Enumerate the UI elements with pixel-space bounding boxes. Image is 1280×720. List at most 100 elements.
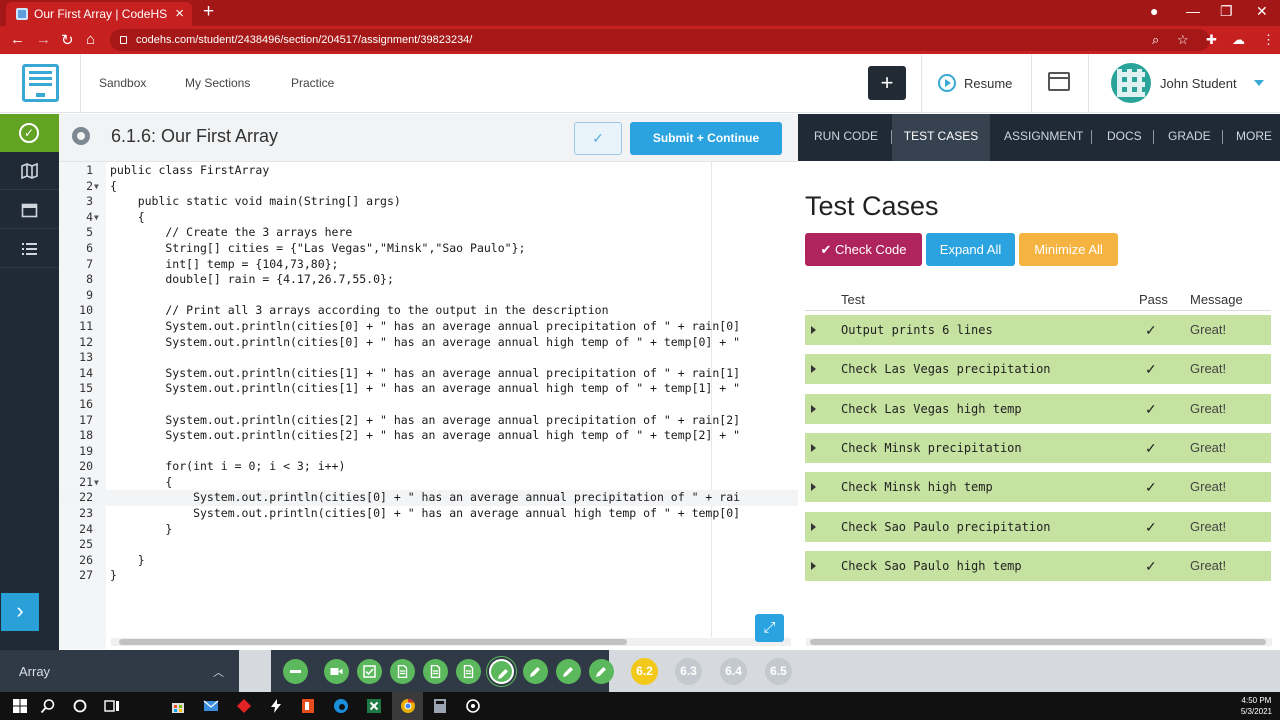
expand-sidebar-chevron-icon[interactable]: › xyxy=(1,593,39,631)
scrollbar-thumb[interactable] xyxy=(810,639,1266,645)
code-line[interactable]: 3 public static void main(String[] args) xyxy=(59,194,798,210)
store-icon[interactable] xyxy=(170,698,186,714)
code-line[interactable]: 10 // Print all 3 arrays according to th… xyxy=(59,303,798,319)
profile-avatar-icon[interactable]: ☁ xyxy=(1232,32,1245,48)
sidebar-item-status[interactable]: ✓ xyxy=(0,114,59,152)
code-line[interactable]: 12 System.out.println(cities[0] + " has … xyxy=(59,335,798,351)
code-line[interactable]: 4 ▼ { xyxy=(59,210,798,226)
sidebar-item-list[interactable] xyxy=(0,230,59,268)
test-case-row[interactable]: Check Minsk precipitation ✓ Great! xyxy=(805,432,1271,463)
code-line[interactable]: 27} xyxy=(59,568,798,584)
tab-run-code[interactable]: RUN CODE xyxy=(814,114,878,161)
codehs-logo-icon[interactable] xyxy=(22,64,59,102)
excel-icon[interactable] xyxy=(366,698,382,714)
resume-button[interactable]: Resume xyxy=(938,74,1012,92)
code-line[interactable]: 6 String[] cities = {"Las Vegas","Minsk"… xyxy=(59,241,798,257)
lesson-item-exercise[interactable] xyxy=(589,659,614,684)
minimize-all-button[interactable]: Minimize All xyxy=(1019,233,1118,266)
expand-arrow-icon[interactable] xyxy=(811,483,816,492)
code-line[interactable]: 24 } xyxy=(59,522,798,538)
code-line[interactable]: 14 System.out.println(cities[1] + " has … xyxy=(59,366,798,382)
code-line[interactable]: 19 xyxy=(59,444,798,460)
calculator-icon[interactable] xyxy=(432,698,448,714)
chrome-icon[interactable] xyxy=(400,698,416,714)
browser-menu-icon[interactable]: ⋮ xyxy=(1262,32,1275,48)
forward-arrow-icon[interactable]: → xyxy=(36,31,51,48)
gear-icon[interactable] xyxy=(72,127,90,145)
task-view-icon[interactable] xyxy=(104,698,120,714)
lesson-item-exercise[interactable] xyxy=(556,659,581,684)
code-line[interactable]: 13 xyxy=(59,350,798,366)
url-field[interactable]: codehs.com/student/2438496/section/20451… xyxy=(110,29,1210,51)
nav-sandbox[interactable]: Sandbox xyxy=(99,76,146,90)
lesson-item-video[interactable] xyxy=(324,659,349,684)
new-tab-icon[interactable]: + xyxy=(203,1,214,23)
scrollbar-thumb[interactable] xyxy=(119,639,627,645)
section-6-2[interactable]: 6.2 xyxy=(631,658,658,685)
browser-tab[interactable]: Our First Array | CodeHS × xyxy=(6,2,192,26)
code-line[interactable]: 9 xyxy=(59,288,798,304)
code-line[interactable]: 5 // Create the 3 arrays here xyxy=(59,225,798,241)
window-layout-icon[interactable] xyxy=(1048,72,1070,91)
expand-arrow-icon[interactable] xyxy=(811,561,816,570)
user-menu-caret-icon[interactable] xyxy=(1254,80,1264,86)
code-line[interactable]: 25 xyxy=(59,537,798,553)
sidebar-item-map[interactable] xyxy=(0,152,59,190)
expand-arrow-icon[interactable] xyxy=(811,443,816,452)
fold-arrow-icon[interactable]: ▼ xyxy=(94,475,99,491)
lesson-item-minus[interactable] xyxy=(283,659,308,684)
expand-all-button[interactable]: Expand All xyxy=(926,233,1015,266)
maximize-window-icon[interactable]: ❐ xyxy=(1220,3,1233,20)
profile-menu-icon[interactable]: ● xyxy=(1150,3,1158,19)
search-icon[interactable] xyxy=(40,698,56,714)
code-editor[interactable]: 1 public class FirstArray 2 ▼{3 public stat… xyxy=(59,162,798,649)
taskbar-clock[interactable]: 4:50 PM 5/3/2021 xyxy=(1241,695,1272,717)
expand-arrow-icon[interactable] xyxy=(811,404,816,413)
tab-more[interactable]: MORE xyxy=(1236,114,1272,161)
close-tab-icon[interactable]: × xyxy=(175,5,184,22)
code-line[interactable]: 17 System.out.println(cities[2] + " has … xyxy=(59,413,798,429)
code-line[interactable]: 18 System.out.println(cities[2] + " has … xyxy=(59,428,798,444)
fullscreen-expand-icon[interactable]: ⤢ xyxy=(755,614,784,642)
app-lightning-icon[interactable] xyxy=(268,698,284,714)
expand-arrow-icon[interactable] xyxy=(811,326,816,334)
test-case-row[interactable]: Check Las Vegas precipitation ✓ Great! xyxy=(805,354,1271,385)
lesson-item-quiz[interactable] xyxy=(357,659,382,684)
code-line[interactable]: 11 System.out.println(cities[0] + " has … xyxy=(59,319,798,335)
lesson-item-document[interactable] xyxy=(423,659,448,684)
submit-continue-button[interactable]: Submit + Continue xyxy=(630,122,782,155)
nav-practice[interactable]: Practice xyxy=(291,76,334,90)
lesson-item-exercise[interactable] xyxy=(523,659,548,684)
tab-test-cases[interactable]: TEST CASES xyxy=(892,114,990,161)
app-diamond-icon[interactable] xyxy=(236,698,252,714)
code-line[interactable]: 2 ▼ { xyxy=(59,179,798,195)
section-6-5[interactable]: 6.5 xyxy=(765,658,792,685)
unit-selector[interactable]: Array ︿ xyxy=(0,650,239,692)
sidebar-item-calendar[interactable] xyxy=(0,191,59,229)
nav-my-sections[interactable]: My Sections xyxy=(185,76,250,90)
bookmark-star-icon[interactable]: ☆ xyxy=(1177,32,1189,48)
test-case-row[interactable]: Check Sao Paulo precipitation ✓ Great! xyxy=(805,511,1271,542)
code-line[interactable]: 8 double[] rain = {4.17,26.7,55.0}; xyxy=(59,272,798,288)
lesson-item-document[interactable] xyxy=(390,659,415,684)
create-plus-button[interactable]: + xyxy=(868,66,906,100)
mail-icon[interactable] xyxy=(203,698,219,714)
user-avatar[interactable] xyxy=(1111,63,1151,103)
code-line[interactable]: 1 public class FirstArray xyxy=(59,163,798,179)
extensions-puzzle-icon[interactable]: ✚ xyxy=(1206,32,1217,48)
minimize-window-icon[interactable]: — xyxy=(1186,3,1200,19)
zoom-icon[interactable]: ⌕ xyxy=(1152,32,1159,48)
editor-horizontal-scrollbar[interactable] xyxy=(111,638,791,646)
tab-assignment[interactable]: ASSIGNMENT xyxy=(1004,114,1083,161)
code-line[interactable]: 26 } xyxy=(59,553,798,569)
back-arrow-icon[interactable]: ← xyxy=(10,31,25,48)
tab-grade[interactable]: GRADE xyxy=(1168,114,1211,161)
test-case-row[interactable]: Check Las Vegas high temp ✓ Great! xyxy=(805,393,1271,424)
code-line[interactable]: 22 System.out.println(cities[0] + " has … xyxy=(59,490,798,507)
code-line[interactable]: 7 int[] temp = {104,73,80}; xyxy=(59,257,798,273)
lesson-item-exercise-current[interactable] xyxy=(489,659,514,684)
windows-start-icon[interactable] xyxy=(12,698,28,714)
check-code-button[interactable]: ✔ Check Code xyxy=(805,233,922,266)
cortana-icon[interactable] xyxy=(72,698,88,714)
reload-icon[interactable]: ↻ xyxy=(61,31,74,49)
